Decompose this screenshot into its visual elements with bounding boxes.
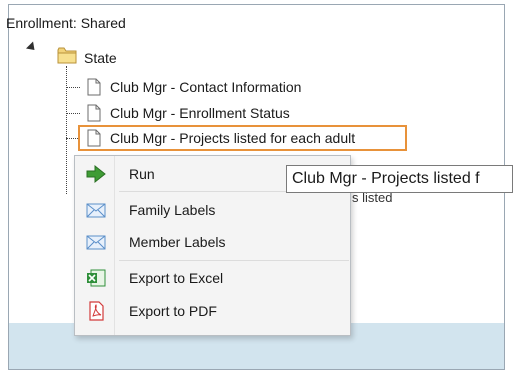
- menu-separator: [119, 260, 349, 261]
- tree-item-projects-listed[interactable]: Club Mgr - Projects listed for each adul…: [110, 130, 355, 146]
- menu-item-label: Export to PDF: [129, 303, 217, 319]
- envelope-icon: [86, 203, 106, 218]
- tree-item-contact-information[interactable]: Club Mgr - Contact Information: [110, 79, 301, 95]
- pdf-icon: [89, 301, 104, 321]
- excel-icon: [87, 269, 106, 287]
- panel-title: Enrollment: Shared: [6, 15, 126, 31]
- document-icon: [87, 104, 101, 122]
- menu-item-family-labels[interactable]: Family Labels: [75, 194, 350, 226]
- menu-item-label: Run: [129, 166, 155, 182]
- menu-item-label: Member Labels: [129, 234, 226, 250]
- tree-connector: [66, 87, 80, 88]
- tooltip: Club Mgr - Projects listed f: [286, 165, 513, 193]
- tree-item-enrollment-status[interactable]: Club Mgr - Enrollment Status: [110, 105, 290, 121]
- run-arrow-icon: [86, 164, 106, 184]
- tooltip-text: Club Mgr - Projects listed f: [292, 170, 480, 187]
- menu-item-label: Export to Excel: [129, 270, 224, 286]
- tree-connector: [66, 66, 67, 194]
- tree-folder-label[interactable]: State: [84, 50, 117, 66]
- menu-item-member-labels[interactable]: Member Labels: [75, 226, 350, 258]
- document-icon: [87, 129, 101, 147]
- menu-item-label: Family Labels: [129, 202, 216, 218]
- menu-item-export-pdf[interactable]: Export to PDF: [75, 295, 350, 327]
- tree-connector: [66, 113, 80, 114]
- menu-item-export-excel[interactable]: Export to Excel: [75, 262, 350, 294]
- document-icon: [87, 78, 101, 96]
- folder-icon: [57, 47, 77, 64]
- envelope-icon: [86, 235, 106, 250]
